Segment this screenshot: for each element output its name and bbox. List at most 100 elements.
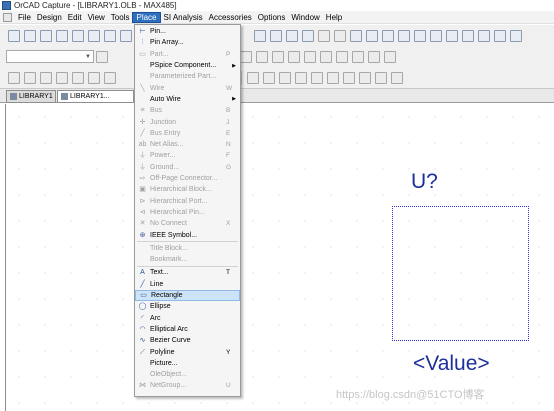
annotate-icon[interactable] [350,29,362,42]
menu-item-ieee-symbol[interactable]: ⊛ IEEE Symbol... [135,229,240,240]
project-manager-icon[interactable] [478,29,490,42]
align-middle-icon[interactable] [311,71,323,84]
toolbar-icon-e[interactable] [288,50,300,63]
menu-item-bus-entry[interactable]: ╱ Bus Entry E [135,128,240,139]
cross-reference-icon[interactable] [414,29,426,42]
tab-library1-part[interactable]: LIBRARY1... [57,90,134,103]
cut-icon[interactable] [72,29,84,42]
menu-item-pin[interactable]: ⊢ Pin... [135,26,240,37]
part-value-label[interactable]: <Value> [413,352,490,376]
menu-item-net-alias[interactable]: ab Net Alias... N [135,139,240,150]
menu-item-pin-array[interactable]: ⫶ Pin Array... [135,37,240,48]
menu-item-ellipse[interactable]: ◯ Ellipse [135,301,240,312]
menu-item-text[interactable]: A Text... T [135,267,240,278]
distribute-vertical-icon[interactable] [359,71,371,84]
menu-file[interactable]: File [15,12,34,23]
toolbar-icon-h[interactable] [336,50,348,63]
toolbar-icon-f[interactable] [304,50,316,63]
space-horizontal-icon[interactable] [375,71,387,84]
create-netlist-icon[interactable] [398,29,410,42]
align-top-icon[interactable] [295,71,307,84]
tab-library1[interactable]: LIBRARY1 [6,90,56,103]
paste-icon[interactable] [104,29,116,42]
pin-array-tool-icon[interactable] [40,71,52,84]
toolbar-icon-i[interactable] [352,50,364,63]
part-tool-icon[interactable] [56,71,68,84]
menu-item-hierarchical-port[interactable]: ⊳ Hierarchical Port... [135,196,240,207]
menu-item-auto-wire[interactable]: Auto Wire ▶ [135,94,240,105]
distribute-horizontal-icon[interactable] [343,71,355,84]
part-body-outline[interactable] [392,206,529,341]
zoom-out-icon[interactable] [270,29,282,42]
toolbar-icon-j[interactable] [368,50,380,63]
menu-tools[interactable]: Tools [108,12,133,23]
menu-si-analysis[interactable]: SI Analysis [161,12,206,23]
copy-icon[interactable] [88,29,100,42]
menu-place[interactable]: Place [132,11,161,23]
toolbar-icon-g[interactable] [320,50,332,63]
space-vertical-icon[interactable] [391,71,403,84]
menu-item-netgroup[interactable]: ⋈ NetGroup... U [135,380,240,391]
menu-item-hierarchical-block[interactable]: ▣ Hierarchical Block... [135,184,240,195]
menu-item-polyline[interactable]: ⟋ Polyline Y [135,346,240,357]
menu-item-line[interactable]: ╱ Line [135,279,240,290]
menu-item-title-block[interactable]: Title Block... [135,243,240,254]
align-bottom-icon[interactable] [327,71,339,84]
part-combo[interactable]: ▼ [6,50,94,63]
menu-edit[interactable]: Edit [65,12,85,23]
select-icon[interactable] [8,71,20,84]
zoom-all-icon[interactable] [302,29,314,42]
bill-of-materials-icon[interactable] [430,29,442,42]
align-left-icon[interactable] [247,71,259,84]
drc-icon[interactable] [382,29,394,42]
align-center-icon[interactable] [263,71,275,84]
menu-item-power[interactable]: ⏚ Power... F [135,150,240,161]
print-icon[interactable] [56,29,68,42]
menu-window[interactable]: Window [288,12,322,23]
zoom-in-icon[interactable] [254,29,266,42]
toolbar-icon-c[interactable] [256,50,268,63]
zoom-area-icon[interactable] [286,29,298,42]
area-select-icon[interactable] [462,29,474,42]
menu-item-no-connect[interactable]: ✕ No Connect X [135,218,240,229]
new-icon[interactable] [8,29,20,42]
back-annotate-icon[interactable] [366,29,378,42]
menu-item-off-page-connector[interactable]: ⇨ Off-Page Connector... [135,173,240,184]
pspice-icon[interactable] [494,29,506,42]
save-icon[interactable] [40,29,52,42]
menu-design[interactable]: Design [34,12,65,23]
toolbar-icon-k[interactable] [384,50,396,63]
toolbar-icon-b[interactable] [240,50,252,63]
menu-accessories[interactable]: Accessories [206,12,255,23]
document-system-icon[interactable] [3,12,12,22]
snap-to-grid-icon[interactable] [446,29,458,42]
menu-item-rectangle[interactable]: ▭ Rectangle [135,289,240,302]
menu-item-bookmark[interactable]: Bookmark... [135,254,240,265]
menu-item-elliptical-arc[interactable]: ◠ Elliptical Arc [135,324,240,335]
menu-item-picture[interactable]: Picture... [135,358,240,369]
menu-item-junction[interactable]: ✛ Junction J [135,116,240,127]
open-icon[interactable] [24,29,36,42]
zoom-selection-icon[interactable] [318,29,330,42]
menu-item-parameterized-part[interactable]: Parameterized Part... [135,71,240,82]
menu-item-pspice-component[interactable]: PSpice Component... ▶ [135,60,240,71]
help-icon[interactable] [510,29,522,42]
align-right-icon[interactable] [279,71,291,84]
toolbar-icon-d[interactable] [272,50,284,63]
menu-item-hierarchical-pin[interactable]: ⊲ Hierarchical Pin... [135,207,240,218]
toolbar-icon-a[interactable] [96,50,108,63]
menu-item-part[interactable]: ▭ Part... P [135,49,240,60]
menu-item-wire[interactable]: ╲ Wire W [135,83,240,94]
part-reference-label[interactable]: U? [411,170,438,194]
menu-item-bus[interactable]: ≡ Bus B [135,105,240,116]
menu-item-bezier-curve[interactable]: ∿ Bezier Curve [135,335,240,346]
menu-help[interactable]: Help [323,12,345,23]
menu-item-arc[interactable]: ◜ Arc [135,313,240,324]
preview-icon[interactable] [334,29,346,42]
menu-item-oleobject[interactable]: OleObject... [135,369,240,380]
menu-item-ground[interactable]: ⏚ Ground... G [135,162,240,173]
menu-options[interactable]: Options [255,12,289,23]
menu-view[interactable]: View [85,12,108,23]
wire-tool-icon[interactable] [72,71,84,84]
undo-icon[interactable] [120,29,132,42]
